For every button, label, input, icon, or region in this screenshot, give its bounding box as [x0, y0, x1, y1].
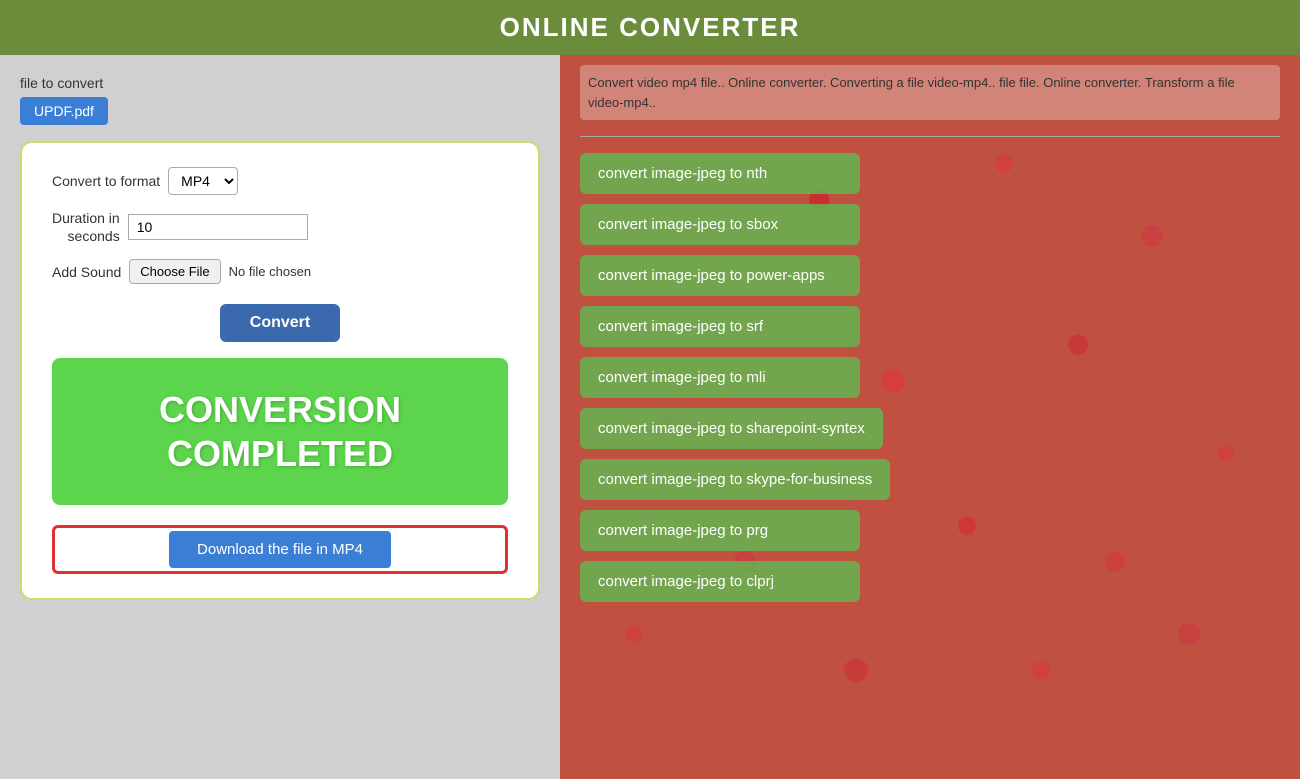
duration-row: Duration in seconds	[52, 209, 508, 245]
format-row: Convert to format MP4 AVI MOV MKV GIF	[52, 167, 508, 195]
sound-row: Add Sound Choose File No file chosen	[52, 259, 508, 284]
file-input-wrapper: Choose File No file chosen	[129, 259, 311, 284]
convert-links-list: convert image-jpeg to nth convert image-j…	[580, 153, 1280, 602]
file-badge[interactable]: UPDF.pdf	[20, 97, 108, 125]
converter-box: Convert to format MP4 AVI MOV MKV GIF Du…	[20, 141, 540, 600]
convert-link-button[interactable]: convert image-jpeg to mli	[580, 357, 860, 398]
page-title: ONLINE CONVERTER	[0, 12, 1300, 43]
conversion-status: CONVERSION COMPLETED	[72, 388, 488, 474]
convert-button[interactable]: Convert	[220, 304, 340, 342]
duration-input[interactable]	[128, 214, 308, 240]
description-text: Convert video mp4 file.. Online converte…	[580, 65, 1280, 120]
right-content: Convert video mp4 file.. Online converte…	[560, 55, 1300, 779]
convert-link-button[interactable]: convert image-jpeg to skype-for-business	[580, 459, 890, 500]
convert-link-button[interactable]: convert image-jpeg to srf	[580, 306, 860, 347]
download-btn-wrapper: Download the file in MP4	[52, 525, 508, 574]
format-select[interactable]: MP4 AVI MOV MKV GIF	[168, 167, 238, 195]
download-button[interactable]: Download the file in MP4	[169, 531, 391, 568]
convert-link-button[interactable]: convert image-jpeg to nth	[580, 153, 860, 194]
file-to-convert-label: file to convert	[20, 75, 540, 91]
sound-label: Add Sound	[52, 264, 121, 280]
choose-file-button[interactable]: Choose File	[129, 259, 220, 284]
right-panel: Convert video mp4 file.. Online converte…	[560, 55, 1300, 779]
divider	[580, 136, 1280, 137]
convert-link-button[interactable]: convert image-jpeg to power-apps	[580, 255, 860, 296]
convert-link-button[interactable]: convert image-jpeg to prg	[580, 510, 860, 551]
header: ONLINE CONVERTER	[0, 0, 1300, 55]
duration-label: Duration in seconds	[52, 209, 120, 245]
conversion-complete-box: CONVERSION COMPLETED	[52, 358, 508, 504]
format-label: Convert to format	[52, 173, 160, 189]
convert-link-button[interactable]: convert image-jpeg to sbox	[580, 204, 860, 245]
left-panel: file to convert UPDF.pdf Convert to form…	[0, 55, 560, 779]
main-layout: file to convert UPDF.pdf Convert to form…	[0, 55, 1300, 779]
no-file-text: No file chosen	[229, 264, 311, 279]
convert-link-button[interactable]: convert image-jpeg to clprj	[580, 561, 860, 602]
convert-link-button[interactable]: convert image-jpeg to sharepoint-syntex	[580, 408, 883, 449]
